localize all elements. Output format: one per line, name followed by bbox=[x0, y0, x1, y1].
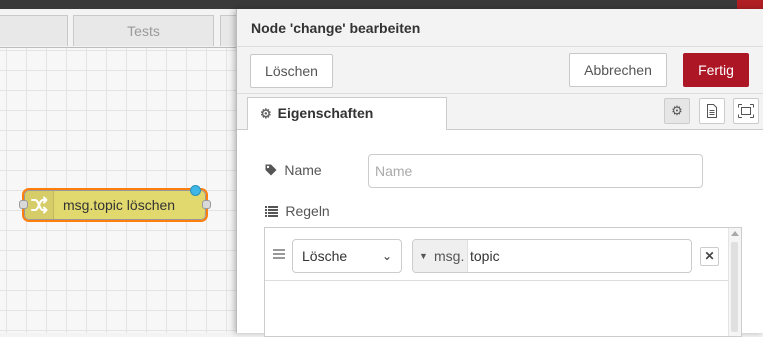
name-label: Name bbox=[265, 162, 322, 178]
delete-button[interactable]: Löschen bbox=[250, 54, 333, 88]
tab-appearance-button[interactable] bbox=[733, 98, 759, 124]
cancel-button[interactable]: Abbrechen bbox=[569, 53, 667, 87]
name-label-text: Name bbox=[284, 162, 322, 178]
node-output-port[interactable] bbox=[202, 200, 211, 209]
workspace-tab-bar: Tests bbox=[0, 9, 250, 48]
tab-properties[interactable]: ⚙ Eigenschaften bbox=[247, 97, 447, 130]
rule-action-select[interactable]: Lösche ⌄ bbox=[292, 239, 402, 273]
shuffle-icon bbox=[25, 191, 54, 219]
caret-down-icon: ▼ bbox=[419, 251, 428, 261]
node-label: msg.topic löschen bbox=[63, 197, 176, 213]
tab-properties-label: Eigenschaften bbox=[277, 105, 374, 121]
node-input-port[interactable] bbox=[19, 200, 28, 209]
rules-label: Regeln bbox=[265, 203, 330, 219]
gear-icon: ⚙ bbox=[671, 103, 683, 118]
property-value: topic bbox=[470, 248, 500, 264]
flow-canvas[interactable]: msg.topic löschen bbox=[0, 48, 240, 333]
property-type-prefix: msg. bbox=[434, 248, 465, 264]
workspace-tab-tests[interactable]: Tests bbox=[73, 15, 214, 46]
scroll-up-icon[interactable] bbox=[731, 231, 739, 236]
tag-icon bbox=[265, 164, 280, 178]
frame-icon bbox=[738, 104, 754, 118]
close-icon: ✕ bbox=[704, 249, 715, 263]
node-changed-indicator bbox=[190, 185, 201, 196]
chevron-down-icon: ⌄ bbox=[381, 249, 392, 263]
scroll-thumb[interactable] bbox=[731, 242, 738, 332]
tray-header: Node 'change' bearbeiten bbox=[237, 9, 763, 47]
tab-description-button[interactable] bbox=[699, 98, 725, 124]
workspace-tab[interactable] bbox=[0, 15, 68, 46]
remove-rule-button[interactable]: ✕ bbox=[700, 247, 719, 266]
rule-row: Lösche ⌄ ▼ msg. topic ✕ bbox=[265, 228, 730, 281]
tray-tab-row: ⚙ Eigenschaften ⚙ bbox=[237, 94, 763, 130]
list-icon bbox=[265, 205, 281, 219]
workspace: Tests msg.topic löschen bbox=[0, 9, 250, 333]
done-button[interactable]: Fertig bbox=[683, 53, 749, 87]
rule-action-value: Lösche bbox=[302, 248, 348, 264]
property-type-button[interactable]: ▼ msg. bbox=[413, 240, 468, 272]
rules-scrollbar[interactable] bbox=[728, 228, 741, 336]
tray-toolbar: Löschen Abbrechen Fertig bbox=[237, 47, 763, 94]
rules-label-text: Regeln bbox=[285, 203, 330, 219]
name-input[interactable] bbox=[368, 154, 703, 188]
tray-title: Node 'change' bearbeiten bbox=[251, 20, 421, 36]
edit-tray: Node 'change' bearbeiten Löschen Abbrech… bbox=[236, 9, 763, 337]
rule-property-input[interactable]: ▼ msg. topic bbox=[412, 239, 692, 273]
top-bar bbox=[0, 0, 763, 9]
drag-handle-icon[interactable] bbox=[273, 249, 285, 261]
gear-icon: ⚙ bbox=[260, 106, 272, 121]
document-icon bbox=[707, 104, 717, 118]
change-node[interactable]: msg.topic löschen bbox=[19, 185, 211, 222]
rules-list: Lösche ⌄ ▼ msg. topic ✕ bbox=[264, 227, 742, 337]
tab-settings-button[interactable]: ⚙ bbox=[664, 98, 690, 124]
top-bar-accent bbox=[737, 0, 763, 9]
